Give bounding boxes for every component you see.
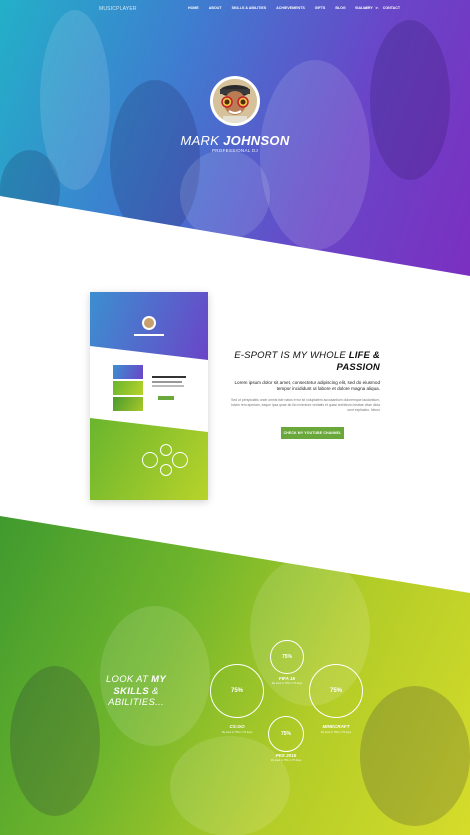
- skills-title-line3: ABILITIES...: [108, 697, 164, 708]
- skills-title-line2: &: [151, 685, 159, 697]
- preview-text-line: [134, 334, 164, 336]
- skill-sub-csgo: My level is 75% in 75 days: [221, 731, 253, 734]
- nav-item-skills[interactable]: SKILLS & ABILITIES: [232, 6, 267, 10]
- site-preview-image: [90, 292, 208, 500]
- preview-card: [113, 381, 143, 395]
- skill-sub-minecraft: My level is 75% in 75 days: [320, 731, 352, 734]
- nav-item-about[interactable]: ABOUT: [209, 6, 222, 10]
- linkedin-icon[interactable]: in: [376, 6, 379, 10]
- skill-sub-fifa: My level is 75% in 75 days: [271, 682, 303, 685]
- skill-name-csgo: CS:GO: [229, 724, 245, 729]
- skills-title: LOOK AT MY SKILLS & ABILITIES...: [90, 674, 182, 709]
- preview-avatar-face: [144, 318, 154, 328]
- crowd-shape: [180, 150, 270, 240]
- hero-last-name: JOHNSON: [223, 133, 290, 148]
- preview-card: [113, 365, 143, 379]
- site-logo[interactable]: MUSICPLAYER: [99, 6, 137, 12]
- top-nav: MUSICPLAYER HOME ABOUT SKILLS & ABILITIE…: [0, 5, 470, 15]
- about-lead: Lorem ipsum dolor sit amet, consectetur …: [234, 380, 380, 392]
- facebook-icon[interactable]: f: [355, 6, 356, 10]
- skill-name-minecraft: MINECRAFT: [322, 724, 350, 729]
- skills-title-line1: LOOK AT: [105, 674, 149, 685]
- avatar: [210, 76, 260, 126]
- social-links: f tw in: [355, 6, 378, 10]
- nav-item-achievements[interactable]: ACHIEVEMENTS: [276, 6, 305, 10]
- skill-percent-minecraft: 75%: [329, 688, 342, 694]
- crowd-shape: [10, 666, 100, 816]
- preview-button: [158, 396, 174, 400]
- hero-first-name: MARK: [180, 133, 220, 148]
- about-title: E-SPORT IS MY WHOLE LIFE & PASSION: [230, 350, 380, 373]
- skill-name-pes: PES 2015: [275, 753, 297, 758]
- nav-item-blog[interactable]: BLOG: [335, 6, 345, 10]
- hero-name: MARK JOHNSON: [0, 133, 470, 148]
- skill-ring-fifa: 75%: [270, 640, 304, 674]
- crowd-shape: [360, 686, 470, 826]
- hero-section: MUSICPLAYER HOME ABOUT SKILLS & ABILITIE…: [0, 0, 470, 276]
- skill-percent-pes: 75%: [280, 731, 291, 737]
- skill-sub-pes: My level is 75% in 75 days: [270, 759, 302, 762]
- skill-percent-csgo: 75%: [230, 688, 243, 694]
- nav-item-home[interactable]: HOME: [188, 6, 199, 10]
- about-title-emph1: LIFE &: [348, 350, 380, 361]
- logo-sub-text: PLAYER: [116, 6, 137, 12]
- nav-item-contact[interactable]: CONTACT: [383, 6, 400, 10]
- preview-ring: [172, 452, 188, 468]
- dj-portrait-icon: [213, 79, 257, 123]
- crowd-shape: [0, 150, 60, 230]
- skill-ring-csgo: 75%: [210, 664, 264, 718]
- preview-text-line: [152, 381, 182, 383]
- skill-name-fifa: FIFA 15: [278, 676, 296, 681]
- preview-ring: [160, 444, 172, 456]
- logo-main-text: MUSIC: [99, 6, 117, 12]
- about-body: Sed ut perspiciatis unde omnis iste natu…: [231, 398, 380, 412]
- nav-item-gifts[interactable]: GIFTS: [315, 6, 326, 10]
- crowd-shape: [260, 60, 370, 250]
- twitter-icon[interactable]: tw: [364, 6, 368, 10]
- preview-ring: [160, 464, 172, 476]
- skill-ring-minecraft: 75%: [309, 664, 363, 718]
- preview-text-line: [152, 385, 184, 387]
- crowd-shape: [370, 20, 450, 180]
- youtube-channel-button[interactable]: CHECK MY YOUTUBE CHANNEL: [281, 427, 344, 439]
- hero-subtitle: PROFESSIONAL DJ: [211, 148, 259, 153]
- preview-text-line: [152, 376, 186, 378]
- skill-percent-fifa: 75%: [281, 654, 292, 660]
- crowd-shape: [170, 736, 290, 835]
- about-title-emph2: PASSION: [336, 361, 380, 373]
- preview-card: [113, 397, 143, 411]
- about-title-line1: E-SPORT IS MY WHOLE: [234, 350, 346, 361]
- preview-ring: [142, 452, 158, 468]
- skill-ring-pes: 75%: [268, 716, 304, 752]
